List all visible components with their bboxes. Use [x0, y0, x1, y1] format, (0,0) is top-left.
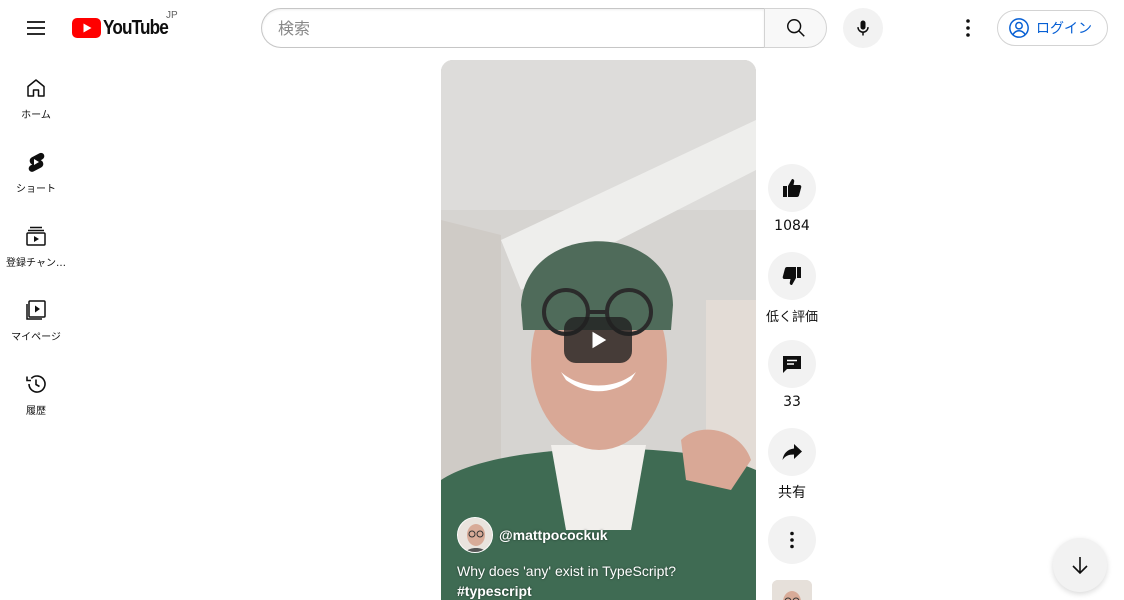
play-icon	[592, 331, 607, 349]
search-icon	[786, 19, 805, 37]
masthead: YouTube JP ログイン	[0, 0, 1124, 56]
like-count: 1084	[774, 218, 810, 234]
settings-menu-button[interactable]	[948, 8, 988, 48]
video-title: Why does 'any' exist in TypeScript? #typ…	[457, 561, 737, 600]
voice-search-button[interactable]	[843, 8, 883, 48]
region-code: JP	[166, 10, 178, 21]
sidebar-item-label: 登録チャン…	[6, 258, 66, 269]
history-icon	[26, 375, 46, 393]
comment-icon	[783, 356, 801, 373]
login-button[interactable]: ログイン	[997, 10, 1108, 46]
video-title-text: Why does 'any' exist in TypeScript?	[457, 563, 677, 579]
sidebar-item-shorts[interactable]: ショート	[4, 130, 68, 204]
avatar-face-icon	[458, 518, 492, 552]
thumbs-up-icon	[783, 179, 802, 197]
channel-avatar[interactable]	[457, 517, 493, 553]
youtube-logo[interactable]: YouTube	[72, 14, 179, 42]
hashtag-link[interactable]: #typescript	[457, 583, 532, 599]
more-vertical-icon	[966, 19, 970, 37]
channel-thumbnail-button[interactable]	[772, 580, 812, 600]
share-icon	[782, 444, 802, 460]
share-action: 共有	[767, 428, 817, 502]
like-button[interactable]	[768, 164, 816, 212]
search-button[interactable]	[764, 8, 827, 48]
shorts-icon	[28, 152, 45, 172]
hamburger-icon	[27, 21, 45, 35]
thumbs-down-icon	[782, 267, 801, 285]
channel-info[interactable]: @mattpocockuk	[457, 517, 608, 553]
guide-menu-button[interactable]	[16, 8, 56, 48]
next-video-button[interactable]	[1053, 538, 1107, 592]
share-label: 共有	[778, 485, 806, 501]
channel-thumbnail-image	[772, 580, 812, 600]
like-action: 1084	[767, 164, 817, 234]
sidebar-item-label: ショート	[16, 184, 56, 195]
channel-name[interactable]: @mattpocockuk	[499, 527, 608, 543]
comments-button[interactable]	[768, 340, 816, 388]
sidebar-item-subscriptions[interactable]: 登録チャン…	[4, 204, 68, 278]
sidebar-item-history[interactable]: 履歴	[4, 352, 68, 426]
sidebar-item-library[interactable]: マイページ	[4, 278, 68, 352]
dislike-button[interactable]	[768, 252, 816, 300]
comment-action: 33	[767, 340, 817, 410]
dislike-label: 低く評価	[766, 310, 819, 325]
sidebar-item-label: 履歴	[26, 406, 46, 417]
subscriptions-icon	[26, 226, 46, 246]
more-actions	[767, 516, 817, 564]
logo-text: YouTube	[103, 16, 169, 39]
play-button[interactable]	[564, 317, 632, 363]
comment-count: 33	[783, 394, 801, 410]
arrow-down-icon	[1072, 557, 1088, 575]
home-icon	[27, 79, 45, 97]
sidebar-item-label: ホーム	[21, 110, 51, 121]
shorts-video-player[interactable]: @mattpocockuk Why does 'any' exist in Ty…	[441, 60, 756, 600]
search-box	[261, 8, 827, 48]
dislike-action: 低く評価	[766, 252, 819, 325]
login-label: ログイン	[1036, 21, 1092, 37]
sidebar-item-home[interactable]: ホーム	[4, 56, 68, 130]
more-vertical-icon	[790, 531, 794, 549]
more-actions-button[interactable]	[768, 516, 816, 564]
microphone-icon	[857, 20, 869, 36]
search-input[interactable]	[261, 8, 764, 48]
sidebar-item-label: マイページ	[11, 332, 61, 343]
account-circle-icon	[1009, 18, 1029, 38]
youtube-play-logo-icon	[72, 18, 101, 38]
library-icon	[26, 300, 46, 320]
share-button[interactable]	[768, 428, 816, 476]
